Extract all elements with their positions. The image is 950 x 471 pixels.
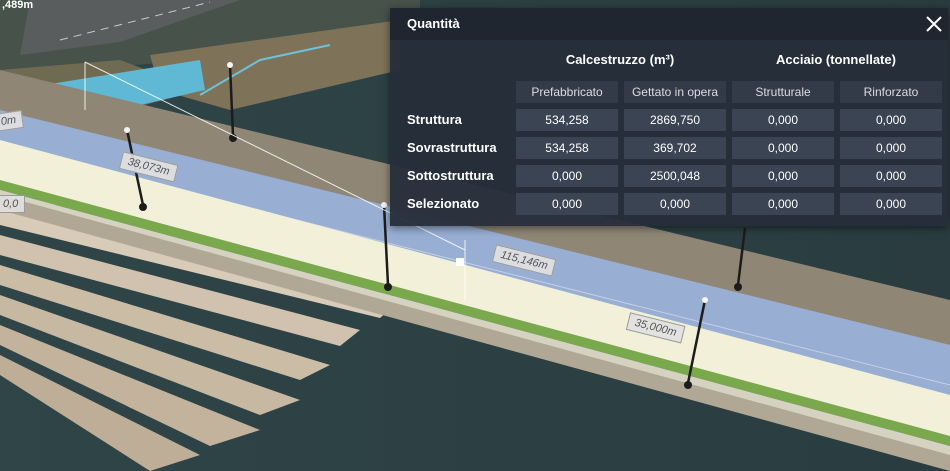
dimension-label[interactable]: 0,0 <box>0 195 26 213</box>
close-icon[interactable] <box>924 14 944 34</box>
table-cell: 0,000 <box>624 193 726 215</box>
table-cell: 534,258 <box>516 137 618 159</box>
column-header-gettato-in-opera: Gettato in opera <box>624 81 726 103</box>
table-cell: 0,000 <box>840 137 942 159</box>
group-steel-header: Acciaio (tonnellate) <box>776 52 896 67</box>
corner-measure: ,489m <box>2 0 34 11</box>
column-header-strutturale: Strutturale <box>732 81 834 103</box>
panel-title: Quantità <box>407 16 460 31</box>
table-cell: 0,000 <box>732 137 834 159</box>
table-cell: 0,000 <box>732 165 834 187</box>
table-cell: 0,000 <box>516 193 618 215</box>
group-concrete-header: Calcestruzzo (m³) <box>565 52 675 67</box>
table-cell: 2500,048 <box>624 165 726 187</box>
table-cell: 0,000 <box>732 193 834 215</box>
selection-handle[interactable] <box>456 258 464 266</box>
panel-header: Quantità <box>390 8 948 40</box>
table-cell: 0,000 <box>840 165 942 187</box>
row-label-struttura: Struttura <box>407 112 462 127</box>
table-cell: 0,000 <box>516 165 618 187</box>
row-label-sovrastruttura: Sovrastruttura <box>407 140 497 155</box>
table-cell: 0,000 <box>840 193 942 215</box>
table-cell: 534,258 <box>516 109 618 131</box>
table-cell: 369,702 <box>624 137 726 159</box>
table-cell: 0,000 <box>840 109 942 131</box>
row-label-selezionato: Selezionato <box>407 196 480 211</box>
column-header-prefabbricato: Prefabbricato <box>516 81 618 103</box>
table-cell: 2869,750 <box>624 109 726 131</box>
quantities-panel: Quantità Calcestruzzo (m³) Acciaio (tonn… <box>390 8 948 226</box>
column-header-rinforzato: Rinforzato <box>840 81 942 103</box>
row-label-sottostruttura: Sottostruttura <box>407 168 494 183</box>
table-cell: 0,000 <box>732 109 834 131</box>
